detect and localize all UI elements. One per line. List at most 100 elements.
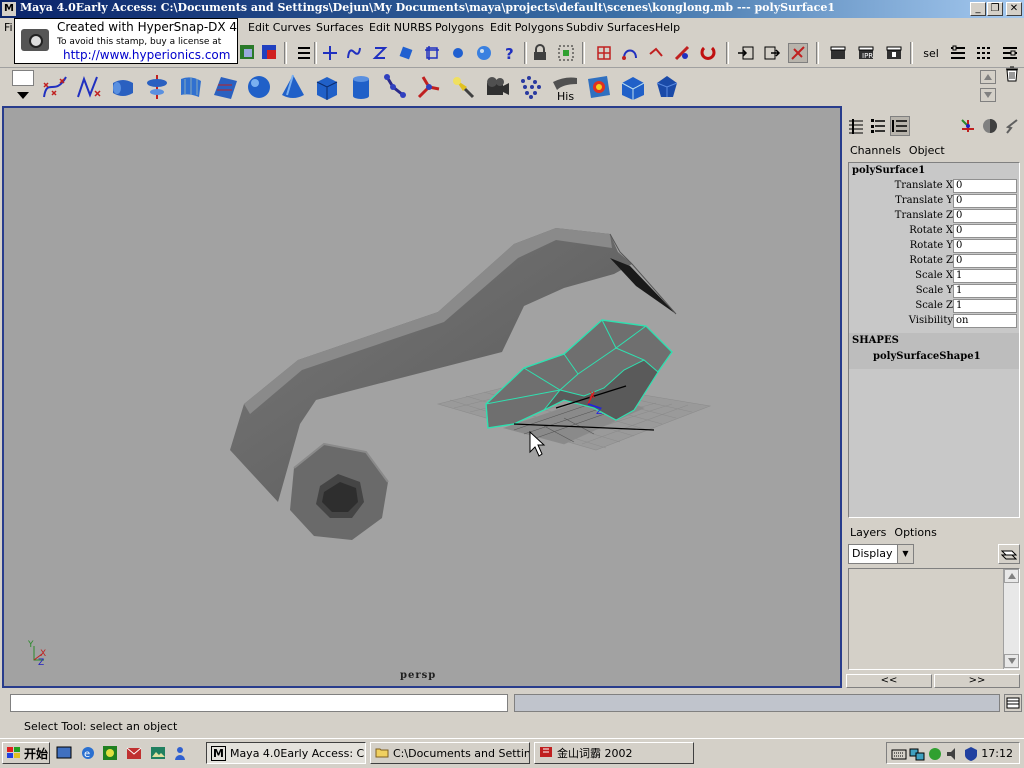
- ep-curve-tool-icon[interactable]: [74, 72, 104, 102]
- attribute-layout-icon[interactable]: [868, 116, 888, 136]
- snap-to-view-plane-icon[interactable]: [396, 43, 416, 63]
- extrude-icon[interactable]: [108, 72, 138, 102]
- tool-settings-toggle-icon[interactable]: [1000, 43, 1020, 63]
- menu-file[interactable]: Fi: [4, 21, 13, 34]
- shading-toggle-icon[interactable]: [980, 116, 1000, 136]
- scroll-up-icon[interactable]: [1004, 569, 1019, 583]
- menu-polygons[interactable]: Polygons: [435, 21, 484, 34]
- network-icon[interactable]: [909, 746, 925, 762]
- channel-value-field[interactable]: 1: [953, 299, 1017, 313]
- stamp-link[interactable]: http://www.hyperionics.com: [63, 48, 230, 62]
- select-hull-icon[interactable]: [594, 43, 614, 63]
- smooth-shade-icon[interactable]: [652, 72, 682, 102]
- shape-name[interactable]: polySurfaceShape1: [873, 351, 981, 362]
- layer-list-scrollbar[interactable]: [1003, 569, 1019, 669]
- render-globals-icon[interactable]: [884, 43, 904, 63]
- render-sphere-icon[interactable]: [474, 43, 494, 63]
- menu-edit-curves[interactable]: Edit Curves: [248, 21, 311, 34]
- snap-menu-icon[interactable]: [294, 43, 314, 63]
- select-pivot-icon[interactable]: [672, 43, 692, 63]
- maya-app-icon[interactable]: M: [2, 2, 16, 16]
- task-dictionary[interactable]: 金山词霸 2002: [534, 742, 694, 764]
- attribute-editor-toggle-icon[interactable]: [974, 43, 994, 63]
- menu-edit-polygons[interactable]: Edit Polygons: [490, 21, 564, 34]
- start-button[interactable]: 开始: [2, 742, 50, 764]
- cylinder-icon[interactable]: [346, 72, 376, 102]
- help-icon[interactable]: ?: [500, 43, 520, 63]
- internet-explorer-icon[interactable]: e: [80, 745, 96, 761]
- make-live-icon[interactable]: [422, 43, 442, 63]
- layer-list[interactable]: [848, 568, 1020, 670]
- tab-channels[interactable]: Channels: [850, 144, 901, 157]
- next-page-button[interactable]: >>: [934, 674, 1020, 688]
- channel-label[interactable]: Rotate Y: [910, 240, 953, 251]
- camera-tool-icon[interactable]: [482, 72, 512, 102]
- select-by-component-icon[interactable]: [238, 43, 258, 63]
- manipulator-icon[interactable]: [958, 116, 978, 136]
- volume-icon[interactable]: [945, 746, 961, 762]
- messenger-icon[interactable]: [172, 745, 188, 761]
- scroll-down-icon[interactable]: [1004, 654, 1019, 668]
- spot-light-icon[interactable]: [448, 72, 478, 102]
- minimize-button[interactable]: _: [970, 2, 986, 16]
- channel-box-toggle-icon[interactable]: [948, 43, 968, 63]
- channel-label[interactable]: Translate Z: [895, 210, 953, 221]
- revolve-icon[interactable]: [142, 72, 172, 102]
- clock[interactable]: 17:12: [981, 747, 1013, 760]
- shelf-tab-selector[interactable]: [12, 70, 34, 86]
- new-layer-icon[interactable]: [998, 544, 1020, 564]
- channel-layout-icon[interactable]: [890, 116, 910, 136]
- object-name[interactable]: polySurface1: [852, 165, 925, 176]
- menu-subdiv-surfaces[interactable]: Subdiv Surfaces: [566, 21, 655, 34]
- select-highlight-icon[interactable]: [556, 43, 576, 63]
- channel-value-field[interactable]: 0: [953, 209, 1017, 223]
- channel-value-field[interactable]: 1: [953, 284, 1017, 298]
- construction-history-toggle-icon[interactable]: [788, 43, 808, 63]
- joint-tool-icon[interactable]: [380, 72, 410, 102]
- hypershade-icon[interactable]: [584, 72, 614, 102]
- close-button[interactable]: ✕: [1006, 2, 1022, 16]
- previous-page-button[interactable]: <<: [846, 674, 932, 688]
- channel-value-field[interactable]: 0: [953, 239, 1017, 253]
- cube-icon[interactable]: [312, 72, 342, 102]
- trash-icon[interactable]: [1002, 64, 1022, 84]
- lock-icon[interactable]: [530, 43, 550, 63]
- multi-shading-icon[interactable]: [618, 72, 648, 102]
- command-input[interactable]: [10, 694, 508, 712]
- channel-value-field[interactable]: on: [953, 314, 1017, 328]
- channel-label[interactable]: Rotate Z: [909, 255, 953, 266]
- channel-value-field[interactable]: 1: [953, 269, 1017, 283]
- select-edit-point-icon[interactable]: [646, 43, 666, 63]
- menu-layers[interactable]: Layers: [850, 526, 886, 539]
- sel-field-label[interactable]: sel: [918, 43, 944, 63]
- channel-label[interactable]: Scale X: [915, 270, 953, 281]
- shelf-scroll-up-icon[interactable]: [980, 70, 996, 84]
- channel-label[interactable]: Translate Y: [895, 195, 953, 206]
- select-arrow-icon[interactable]: [1002, 116, 1022, 136]
- planar-surface-icon[interactable]: [210, 72, 240, 102]
- construction-history-icon[interactable]: [448, 43, 468, 63]
- show-desktop-icon[interactable]: [56, 745, 72, 761]
- select-curve-icon[interactable]: [620, 43, 640, 63]
- task-maya[interactable]: M Maya 4.0Early Access: C...: [206, 742, 366, 764]
- render-current-frame-icon[interactable]: [828, 43, 848, 63]
- maximize-button[interactable]: ❐: [987, 2, 1003, 16]
- particle-tool-icon[interactable]: [516, 72, 546, 102]
- channel-value-field[interactable]: 0: [953, 179, 1017, 193]
- channel-value-field[interactable]: 0: [953, 254, 1017, 268]
- sphere-icon[interactable]: [244, 72, 274, 102]
- channel-label[interactable]: Scale Y: [916, 285, 953, 296]
- menu-help[interactable]: Help: [655, 21, 680, 34]
- channel-label[interactable]: Rotate X: [909, 225, 953, 236]
- antivirus-shield-icon[interactable]: [963, 746, 979, 762]
- channel-value-field[interactable]: 0: [953, 194, 1017, 208]
- snap-to-grid-icon[interactable]: [320, 43, 340, 63]
- keyboard-icon[interactable]: [891, 746, 907, 762]
- perspective-viewport[interactable]: X Z Y X Z persp: [2, 106, 842, 688]
- script-editor-icon[interactable]: [1004, 694, 1022, 712]
- ipr-render-icon[interactable]: IPR: [856, 43, 876, 63]
- snap-to-point-icon[interactable]: [370, 43, 390, 63]
- ik-handle-icon[interactable]: [414, 72, 444, 102]
- channel-label[interactable]: Translate X: [895, 180, 953, 191]
- cone-icon[interactable]: [278, 72, 308, 102]
